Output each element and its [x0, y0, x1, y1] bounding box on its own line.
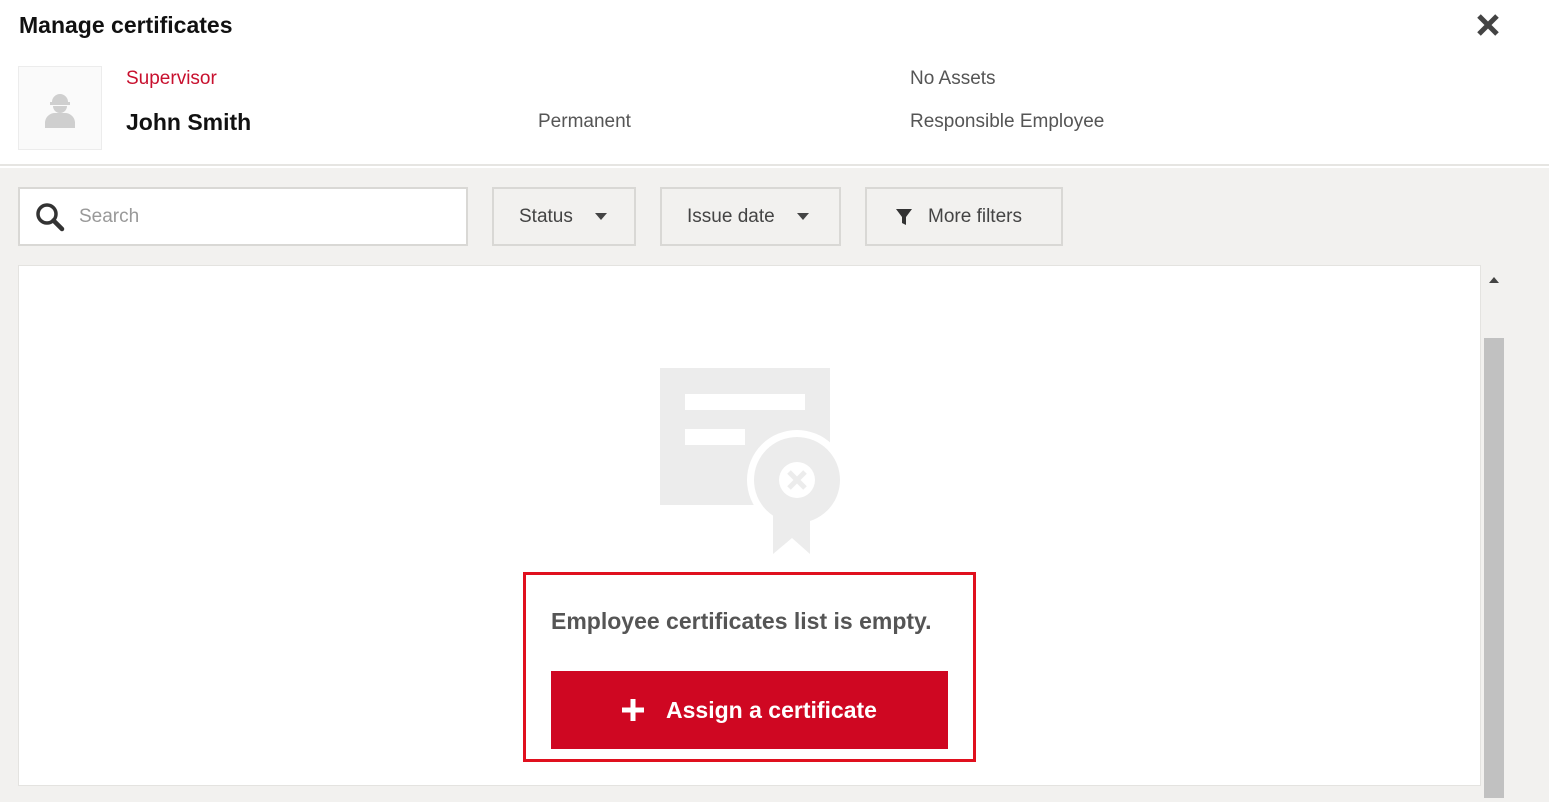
- issue-date-filter-label: Issue date: [687, 205, 775, 227]
- plus-icon: [622, 699, 645, 721]
- assets-status: No Assets: [910, 68, 996, 89]
- avatar: [18, 66, 102, 150]
- issue-date-filter-dropdown[interactable]: Issue date: [660, 187, 841, 246]
- search-input[interactable]: [79, 205, 439, 228]
- scrollbar-thumb[interactable]: [1484, 338, 1504, 798]
- employee-role: Supervisor: [126, 68, 217, 89]
- empty-state-message: Employee certificates list is empty.: [551, 608, 932, 634]
- assign-certificate-button[interactable]: Assign a certificate: [551, 671, 948, 749]
- close-button[interactable]: [1474, 8, 1502, 40]
- scroll-up-button[interactable]: [1483, 266, 1505, 294]
- search-box[interactable]: [18, 187, 468, 246]
- status-filter-label: Status: [519, 205, 573, 227]
- chevron-up-icon: [1489, 277, 1499, 283]
- employee-name: John Smith: [126, 109, 252, 135]
- chevron-down-icon: [796, 213, 809, 220]
- status-filter-dropdown[interactable]: Status: [492, 187, 636, 246]
- search-icon: [36, 202, 65, 231]
- more-filters-label: More filters: [928, 205, 1022, 227]
- funnel-icon: [896, 208, 912, 225]
- chevron-down-icon: [594, 213, 607, 220]
- employment-type: Permanent: [538, 111, 631, 132]
- scrollbar[interactable]: [1483, 266, 1505, 798]
- dialog-title: Manage certificates: [19, 12, 233, 38]
- dialog-header: Manage certificates Supervisor John Smit…: [0, 0, 1549, 166]
- assign-certificate-label: Assign a certificate: [666, 696, 877, 723]
- more-filters-button[interactable]: More filters: [865, 187, 1063, 246]
- worker-avatar-icon: [45, 94, 75, 128]
- certificate-missing-icon: [660, 368, 842, 554]
- responsibility-label: Responsible Employee: [910, 111, 1105, 132]
- close-icon: [1477, 14, 1499, 36]
